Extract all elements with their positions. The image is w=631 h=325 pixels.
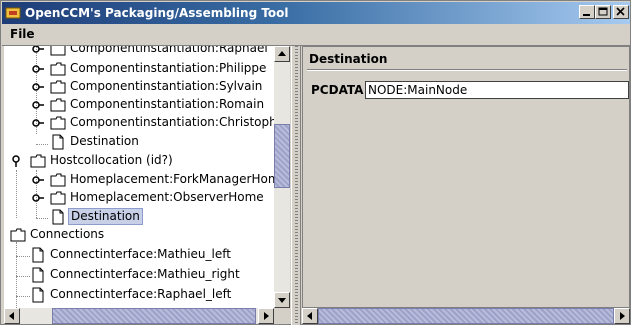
arrow-right-icon bbox=[620, 312, 625, 320]
scroll-down-button[interactable] bbox=[274, 292, 290, 308]
scroll-up-button[interactable] bbox=[274, 46, 290, 62]
menu-file[interactable]: File bbox=[10, 27, 35, 41]
folder-icon bbox=[50, 191, 66, 205]
scroll-left-button[interactable] bbox=[4, 308, 20, 324]
tree-label: Componentinstantiation:Philippe bbox=[70, 61, 267, 75]
scroll-thumb[interactable] bbox=[318, 308, 614, 324]
tree-row[interactable]: Componentinstantiation:Christophe bbox=[4, 113, 274, 133]
tree-row-selected[interactable]: Destination bbox=[4, 207, 274, 227]
tree-label: Connectinterface:Mathieu_right bbox=[50, 267, 240, 281]
document-icon bbox=[32, 287, 44, 303]
app-window: OpenCCM's Packaging/Assembling Tool File bbox=[0, 0, 631, 325]
tree-label: Homeplacement:ForkManagerHome bbox=[70, 172, 274, 186]
tree-pane: Componentinstantiation:Raphael Component… bbox=[2, 46, 291, 325]
tree-label: Destination bbox=[68, 208, 143, 225]
arrow-up-icon bbox=[278, 51, 286, 56]
tree-vertical-scrollbar[interactable] bbox=[274, 46, 290, 308]
split-pane: Componentinstantiation:Raphael Component… bbox=[2, 45, 630, 325]
editor-panel: Destination PCDATA : bbox=[302, 46, 630, 308]
panel-divider bbox=[307, 69, 627, 71]
scroll-right-button[interactable] bbox=[258, 308, 274, 324]
menu-bar: File bbox=[2, 24, 630, 46]
tree-row[interactable]: Connectinterface:Raphael_left bbox=[4, 285, 274, 305]
arrow-left-icon bbox=[307, 312, 312, 320]
tree-row[interactable]: Componentinstantiation:Romain bbox=[4, 95, 274, 115]
editor-horizontal-scrollbar[interactable] bbox=[302, 308, 630, 324]
folder-icon bbox=[30, 154, 46, 168]
document-icon bbox=[32, 267, 44, 283]
tree-row[interactable]: Destination bbox=[4, 132, 274, 152]
collapsed-toggle-icon[interactable] bbox=[32, 81, 44, 93]
collapsed-toggle-icon[interactable] bbox=[32, 46, 44, 55]
pcdata-field[interactable] bbox=[365, 81, 629, 99]
tree-row[interactable]: Homeplacement:ForkManagerHome bbox=[4, 170, 274, 190]
tree-label: Connections bbox=[30, 227, 105, 241]
panel-title: Destination bbox=[309, 52, 388, 66]
folder-icon bbox=[50, 98, 66, 112]
maximize-button[interactable] bbox=[595, 5, 611, 19]
tree-row[interactable]: Componentinstantiation:Raphael bbox=[4, 46, 274, 59]
folder-icon bbox=[50, 62, 66, 76]
collapsed-toggle-icon[interactable] bbox=[32, 174, 44, 186]
document-icon bbox=[52, 134, 64, 150]
scroll-thumb[interactable] bbox=[274, 124, 290, 188]
collapsed-toggle-icon[interactable] bbox=[32, 63, 44, 75]
tree-row[interactable]: Connections bbox=[4, 225, 274, 245]
document-icon bbox=[32, 247, 44, 263]
close-button[interactable] bbox=[613, 5, 629, 19]
maximize-icon bbox=[598, 7, 608, 16]
tree-label: Hostcollocation (id?) bbox=[50, 153, 173, 167]
app-icon bbox=[5, 5, 21, 21]
title-bar[interactable]: OpenCCM's Packaging/Assembling Tool bbox=[2, 2, 630, 24]
collapsed-toggle-icon[interactable] bbox=[32, 99, 44, 111]
collapsed-toggle-icon[interactable] bbox=[32, 117, 44, 129]
tree-label: Connectinterface:Mathieu_left bbox=[50, 247, 231, 261]
tree-label: Componentinstantiation:Raphael bbox=[70, 46, 268, 55]
collapsed-toggle-icon[interactable] bbox=[32, 192, 44, 204]
tree-row[interactable]: Componentinstantiation:Sylvain bbox=[4, 77, 274, 97]
folder-icon bbox=[50, 116, 66, 130]
folder-icon bbox=[50, 46, 66, 56]
close-icon bbox=[616, 7, 625, 16]
window-title: OpenCCM's Packaging/Assembling Tool bbox=[25, 6, 289, 20]
folder-icon bbox=[10, 228, 26, 242]
tree-label: Connectinterface:Raphael_left bbox=[50, 287, 232, 301]
scroll-left-button[interactable] bbox=[302, 308, 318, 324]
tree-row[interactable]: Componentinstantiation:Philippe bbox=[4, 59, 274, 79]
tree-label: Componentinstantiation:Romain bbox=[70, 97, 265, 111]
arrow-left-icon bbox=[9, 312, 14, 320]
tree-row[interactable]: Connectinterface:Mathieu_left bbox=[4, 245, 274, 265]
document-icon bbox=[52, 209, 64, 225]
minimize-icon bbox=[583, 14, 590, 16]
scroll-thumb[interactable] bbox=[52, 308, 256, 324]
arrow-down-icon bbox=[278, 298, 286, 303]
editor-pane: Destination PCDATA : bbox=[302, 46, 630, 325]
tree-label: Componentinstantiation:Christophe bbox=[70, 115, 274, 129]
minimize-button[interactable] bbox=[579, 5, 595, 19]
tree-label: Destination bbox=[70, 134, 139, 148]
folder-icon bbox=[50, 80, 66, 94]
tree-row[interactable]: Homeplacement:ObserverHome bbox=[4, 188, 274, 208]
scroll-right-button[interactable] bbox=[614, 308, 630, 324]
tree-label: Componentinstantiation:Sylvain bbox=[70, 79, 263, 93]
split-divider[interactable] bbox=[291, 46, 301, 325]
tree-row[interactable]: Hostcollocation (id?) bbox=[4, 151, 274, 171]
expanded-toggle-icon[interactable] bbox=[10, 155, 22, 167]
tree-view[interactable]: Componentinstantiation:Raphael Component… bbox=[4, 46, 274, 308]
arrow-right-icon bbox=[264, 312, 269, 320]
tree-label: Homeplacement:ObserverHome bbox=[70, 190, 264, 204]
divider-grip[interactable] bbox=[295, 46, 298, 325]
tree-horizontal-scrollbar[interactable] bbox=[4, 308, 274, 324]
tree-row[interactable]: Connectinterface:Mathieu_right bbox=[4, 265, 274, 285]
folder-icon bbox=[50, 173, 66, 187]
pcdata-label: PCDATA : bbox=[311, 83, 373, 97]
